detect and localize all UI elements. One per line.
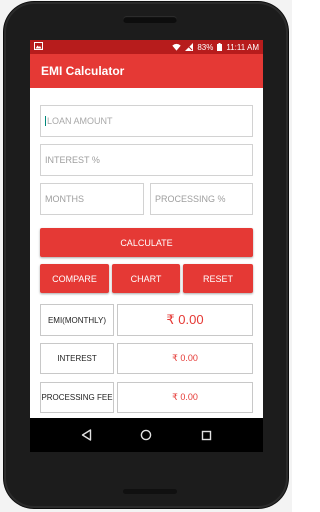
back-button[interactable] [71,420,101,450]
app-title: EMI Calculator [41,64,125,78]
reset-button[interactable]: RESET [183,264,253,293]
wifi-icon [172,43,182,51]
signal-icon [185,43,194,51]
battery-percent: 83% [197,42,214,52]
interest-label: INTEREST [40,343,114,374]
interest-value: ₹ 0.00 [117,343,253,374]
chart-button[interactable]: CHART [112,264,180,293]
interest-input[interactable]: INTEREST % [40,144,253,176]
earpiece-speaker [123,16,177,23]
processing-fee-label: PROCESSING FEE [40,382,114,413]
app-screen: 83% 11:11 AM EMI Calculator LOAN AMOUNT [30,40,263,452]
back-icon [81,429,91,441]
home-button[interactable] [131,420,161,450]
processing-input[interactable]: PROCESSING % [150,183,253,215]
app-toolbar: EMI Calculator [30,54,263,88]
device-background: 83% 11:11 AM EMI Calculator LOAN AMOUNT [0,0,292,512]
battery-icon [217,43,223,51]
calculator-form: LOAN AMOUNT INTEREST % MONTHS PROCESSING… [30,88,263,413]
processing-fee-value: ₹ 0.00 [117,382,253,413]
notification-image-icon [34,42,43,52]
months-input[interactable]: MONTHS [40,183,144,215]
recents-icon [202,430,212,440]
months-placeholder: MONTHS [45,194,84,204]
home-icon [141,429,152,441]
text-cursor [45,116,46,126]
emi-label: EMI(MONTHLY) [40,304,114,336]
navigation-bar [30,418,263,452]
compare-button[interactable]: COMPARE [40,264,109,293]
interest-placeholder: INTEREST % [45,155,100,165]
emi-value: ₹ 0.00 [117,304,253,336]
loan-amount-input[interactable]: LOAN AMOUNT [40,105,253,137]
recents-button[interactable] [192,420,222,450]
status-time: 11:11 AM [226,42,259,52]
processing-placeholder: PROCESSING % [155,194,226,204]
status-bar: 83% 11:11 AM [30,40,263,54]
bottom-speaker [123,489,177,494]
calculate-button[interactable]: CALCULATE [40,228,253,257]
loan-amount-placeholder: LOAN AMOUNT [47,116,113,126]
